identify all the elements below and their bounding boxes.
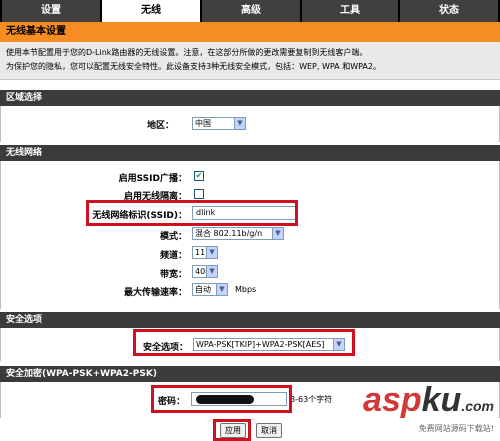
- highlight-box-ssid: [86, 200, 298, 226]
- mode-label: 模式：: [159, 232, 187, 242]
- watermark: aspku.com 免费网站源码下载站!: [363, 383, 494, 434]
- checkmark-icon: ✔: [195, 171, 203, 180]
- channel-select-value: 11: [195, 248, 206, 257]
- intro-text: 使用本节配置用于您的D-Link路由器的无线设置。注意，在这部分所做的更改需要复…: [0, 42, 500, 80]
- mode-select-value: 混合 802.11b/g/n: [195, 229, 263, 238]
- mode-select[interactable]: 混合 802.11b/g/n ▼: [192, 227, 284, 240]
- watermark-logo-c: .com: [461, 398, 494, 414]
- ssid-broadcast-label: 启用SSID广播：: [118, 174, 187, 184]
- wireless-section-header: 无线网络: [0, 145, 500, 161]
- page-title: 无线基本设置: [0, 22, 500, 42]
- password-hint: 8-63个字符: [290, 395, 333, 404]
- rate-label: 最大传输速率：: [123, 288, 187, 298]
- wireless-section-body: 启用SSID广播： ✔ 启用无线隔离： 无线网络标识(SSID)： dlink …: [0, 161, 500, 309]
- router-wireless-settings-page: 设置 无线 高级 工具 状态 无线基本设置 使用本节配置用于您的D-Link路由…: [0, 0, 500, 441]
- chevron-down-icon: ▼: [206, 266, 217, 277]
- region-select-value: 中国: [195, 119, 211, 128]
- channel-label: 频道：: [159, 251, 187, 261]
- chevron-down-icon: ▼: [216, 284, 227, 295]
- channel-select[interactable]: 11 ▼: [192, 246, 218, 259]
- tab-advanced[interactable]: 高级: [202, 0, 300, 22]
- highlight-box-security: [133, 329, 355, 356]
- ssid-broadcast-checkbox[interactable]: ✔: [194, 171, 204, 181]
- encryption-section-header: 安全加密(WPA-PSK+WPA2-PSK): [0, 366, 500, 382]
- rate-select-value: 自动: [195, 285, 211, 294]
- chevron-down-icon: ▼: [234, 118, 245, 129]
- highlight-box-password: [151, 385, 292, 413]
- intro-line-1: 使用本节配置用于您的D-Link路由器的无线设置。注意，在这部分所做的更改需要复…: [6, 48, 368, 57]
- cancel-button[interactable]: 取消: [256, 423, 282, 438]
- intro-line-2: 为保护您的隐私，您可以配置无线安全特性。此设备支持3种无线安全模式，包括：WEP…: [6, 62, 381, 71]
- highlight-box-apply: [213, 419, 251, 441]
- bandwidth-label: 带宽：: [159, 270, 187, 280]
- bandwidth-select[interactable]: 40M ▼: [192, 265, 218, 278]
- rate-select[interactable]: 自动 ▼: [192, 283, 228, 296]
- watermark-logo: aspku.com: [363, 383, 494, 421]
- chevron-down-icon: ▼: [206, 247, 217, 258]
- region-label: 地区：: [146, 121, 174, 131]
- region-section-header: 区域选择: [0, 90, 500, 106]
- isolation-checkbox[interactable]: [194, 189, 204, 199]
- watermark-logo-a: asp: [363, 381, 422, 419]
- security-section-header: 安全选项: [0, 312, 500, 328]
- tab-wireless[interactable]: 无线: [102, 0, 200, 22]
- top-nav-tabs: 设置 无线 高级 工具 状态: [0, 0, 500, 22]
- rate-unit: Mbps: [235, 285, 257, 294]
- region-section-body: 地区： 中国 ▼: [0, 106, 500, 142]
- tab-status[interactable]: 状态: [400, 0, 498, 22]
- tab-setup[interactable]: 设置: [2, 0, 100, 22]
- chevron-down-icon: ▼: [272, 228, 283, 239]
- region-select[interactable]: 中国 ▼: [192, 117, 246, 130]
- watermark-logo-b: ku: [421, 381, 462, 419]
- tab-tools[interactable]: 工具: [302, 0, 398, 22]
- watermark-subtitle: 免费网站源码下载站!: [418, 424, 494, 433]
